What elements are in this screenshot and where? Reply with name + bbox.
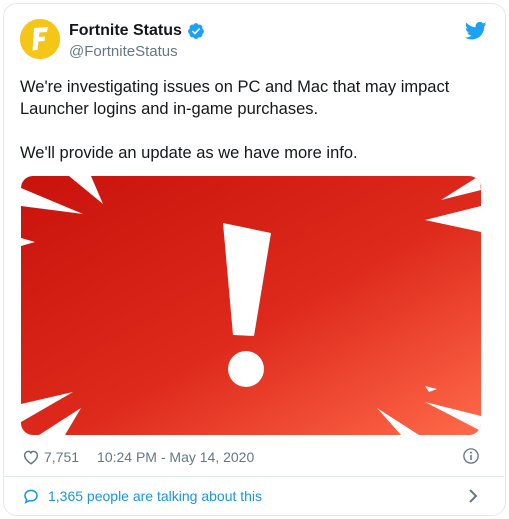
avatar[interactable]	[20, 19, 60, 59]
tweet-header: Fortnite Status @FortniteStatus	[20, 19, 489, 67]
divider	[3, 476, 504, 477]
author-display-name[interactable]: Fortnite Status	[69, 22, 182, 40]
conversation-text[interactable]: 1,365 people are talking about this	[48, 488, 262, 504]
author-names: Fortnite Status @FortniteStatus	[69, 22, 205, 60]
tweet-paragraph: We're investigating issues on PC and Mac…	[20, 78, 450, 118]
tweet-media-image[interactable]	[21, 176, 481, 435]
tweet-timestamp[interactable]: 10:24 PM - May 14, 2020	[97, 449, 254, 465]
heart-icon[interactable]	[22, 448, 40, 466]
author-display-name-row[interactable]: Fortnite Status	[69, 22, 205, 40]
author-handle[interactable]: @FortniteStatus	[69, 43, 205, 60]
verified-badge-icon	[188, 23, 204, 39]
tweet-meta: 7,751 10:24 PM - May 14, 2020	[22, 447, 480, 467]
tweet-paragraph: We'll provide an update as we have more …	[20, 144, 358, 162]
exclamation-image-icon	[21, 176, 481, 435]
tweet-text: We're investigating issues on PC and Mac…	[20, 76, 480, 186]
comment-bubble-icon	[24, 489, 38, 504]
twitter-bird-icon[interactable]	[465, 21, 487, 41]
fortnite-logo-icon	[20, 19, 60, 59]
conversation-link[interactable]: 1,365 people are talking about this	[22, 486, 480, 506]
info-icon[interactable]	[462, 447, 480, 465]
like-count[interactable]: 7,751	[44, 449, 79, 465]
chevron-right-icon[interactable]	[466, 487, 480, 505]
